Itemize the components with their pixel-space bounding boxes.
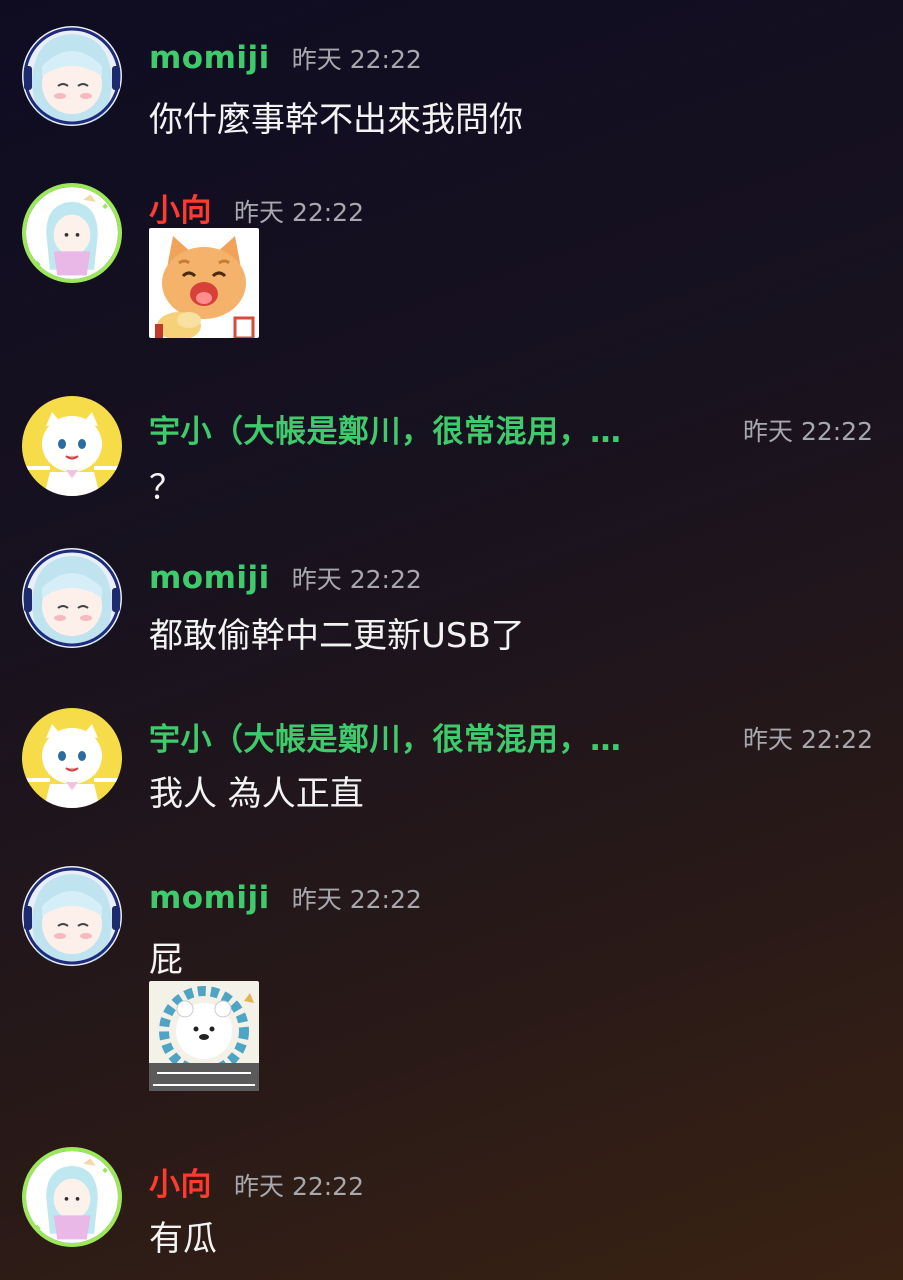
message-header: momiji 昨天 22:22	[149, 880, 422, 920]
username[interactable]: momiji	[149, 560, 270, 596]
user-avatar[interactable]	[22, 26, 122, 126]
message-text: ？	[149, 468, 183, 508]
sticker-image	[149, 981, 259, 1091]
timestamp: 昨天 22:22	[743, 417, 873, 446]
user-avatar[interactable]	[22, 708, 122, 808]
username[interactable]: 小向	[149, 185, 212, 230]
avatar-yuxiao-image	[22, 396, 122, 496]
message-text: 有瓜	[149, 1219, 217, 1259]
message-text: 你什麼事幹不出來我問你	[149, 100, 523, 140]
message-text: 都敢偷幹中二更新USB了	[149, 616, 525, 656]
user-avatar[interactable]	[22, 548, 122, 648]
message-text: 我人 為人正直	[149, 774, 364, 814]
avatar-momiji-image	[22, 26, 122, 126]
message-header: 小向 昨天 22:22	[149, 185, 364, 229]
avatar-yuxiao-image	[22, 708, 122, 808]
username[interactable]: 小向	[149, 1159, 212, 1204]
avatar-xiaoxiang-image	[26, 187, 118, 279]
timestamp: 昨天 22:22	[291, 45, 422, 74]
message-header: momiji 昨天 22:22	[149, 560, 422, 600]
cat-eating-sticker[interactable]	[149, 228, 259, 338]
message-header: 小向 昨天 22:22	[149, 1159, 364, 1203]
user-avatar[interactable]	[22, 183, 122, 283]
timestamp: 昨天 22:22	[743, 725, 873, 754]
username[interactable]: 宇小（大帳是鄭川，很常混用，…	[149, 714, 622, 754]
username[interactable]: momiji	[149, 40, 270, 76]
avatar-momiji-image	[22, 866, 122, 966]
user-avatar[interactable]	[22, 1147, 122, 1247]
username[interactable]: momiji	[149, 880, 270, 916]
sticker-image	[149, 228, 259, 338]
message-header: 宇小（大帳是鄭川，很常混用，…	[149, 714, 749, 754]
message-header: 宇小（大帳是鄭川，很常混用，…	[149, 406, 749, 446]
user-avatar[interactable]	[22, 396, 122, 496]
user-avatar[interactable]	[22, 866, 122, 966]
timestamp: 昨天 22:22	[234, 198, 364, 227]
message-text: 屁	[149, 940, 183, 980]
world-vanquisher-bear-sticker[interactable]	[149, 981, 259, 1091]
timestamp: 昨天 22:22	[234, 1172, 364, 1201]
username[interactable]: 宇小（大帳是鄭川，很常混用，…	[149, 406, 622, 446]
avatar-momiji-image	[22, 548, 122, 648]
avatar-xiaoxiang-image	[26, 1151, 118, 1243]
timestamp: 昨天 22:22	[291, 885, 422, 914]
timestamp: 昨天 22:22	[291, 565, 422, 594]
message-header: momiji 昨天 22:22	[149, 40, 422, 80]
